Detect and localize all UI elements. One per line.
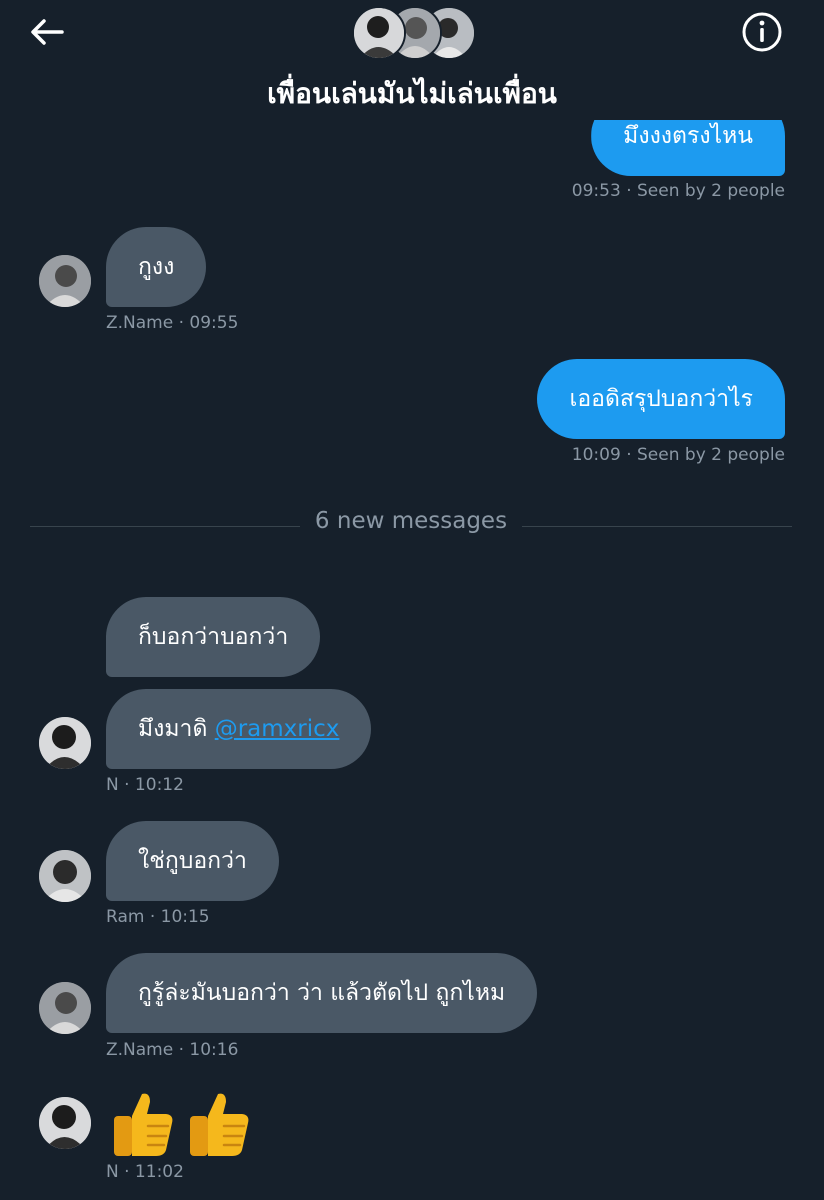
sender-avatar[interactable] <box>39 255 91 307</box>
message-bubble-incoming[interactable]: กูงง <box>106 227 207 307</box>
sender-name: N <box>106 775 119 795</box>
message-time: 10:09 <box>571 445 621 465</box>
message-time: · 10:15 <box>149 907 210 927</box>
message-time: 09:53 <box>571 181 621 201</box>
message-time: · 10:16 <box>178 1040 239 1060</box>
message-text: เออดิสรุปบอกว่าไร <box>569 386 753 412</box>
message-meta: N · 11:02 <box>106 1162 184 1182</box>
new-messages-divider: 6 new messages <box>30 508 792 542</box>
conversation-header: เพื่อนเล่นมันไม่เล่นเพื่อน <box>0 0 824 120</box>
sender-avatar[interactable] <box>39 982 91 1034</box>
divider-label: 6 new messages <box>314 508 508 534</box>
back-button[interactable] <box>22 12 70 52</box>
thumbs-up-icon <box>114 1093 173 1156</box>
message-text: มึงมาดิ <box>138 716 215 742</box>
message-bubble-incoming[interactable]: กูรู้ล่ะมันบอกว่า ว่า แล้วตัดไป ถูกไหม <box>106 953 538 1033</box>
seen-status: · Seen by 2 people <box>626 445 785 465</box>
message-text: กูงง <box>138 254 175 280</box>
sender-avatar[interactable] <box>39 1097 91 1149</box>
avatar <box>352 6 406 60</box>
message-meta: 09:53 · Seen by 2 people <box>572 181 785 201</box>
message-text: ก็บอกว่าบอกว่า <box>138 624 289 650</box>
message-text: ใช่กูบอกว่า <box>138 848 247 874</box>
message-bubble-incoming[interactable]: มึงมาดิ @ramxricx <box>106 689 372 769</box>
message-time: · 11:02 <box>124 1162 184 1182</box>
sender-avatar[interactable] <box>39 850 91 902</box>
message-text: กูรู้ล่ะมันบอกว่า ว่า แล้วตัดไป ถูกไหม <box>138 980 506 1006</box>
message-meta: Z.Name · 09:55 <box>106 313 238 333</box>
message-meta: N · 10:12 <box>106 775 184 795</box>
message-meta: 10:09 · Seen by 2 people <box>572 445 785 465</box>
message-text: มึงงงตรงไหน <box>623 123 753 149</box>
sender-name: Ram <box>106 907 145 927</box>
message-time: · 10:12 <box>124 775 184 795</box>
thumbs-up-icon <box>190 1093 249 1156</box>
message-bubble-incoming[interactable]: ใช่กูบอกว่า <box>106 821 279 901</box>
info-button[interactable] <box>738 8 786 56</box>
seen-status: · Seen by 2 people <box>626 181 785 201</box>
message-time: · 09:55 <box>178 313 239 333</box>
message-bubble-incoming[interactable]: ก็บอกว่าบอกว่า <box>106 597 321 677</box>
conversation-title: เพื่อนเล่นมันไม่เล่นเพื่อน <box>267 77 557 110</box>
message-bubble-outgoing[interactable]: เออดิสรุปบอกว่าไร <box>537 359 785 439</box>
info-icon <box>742 12 782 52</box>
message-meta: Z.Name · 10:16 <box>106 1040 238 1060</box>
sender-name: Z.Name <box>106 1040 174 1060</box>
back-arrow-icon <box>31 19 64 45</box>
sender-name: N <box>106 1162 119 1182</box>
group-avatars[interactable] <box>350 4 480 60</box>
message-meta: Ram · 10:15 <box>106 907 210 927</box>
sender-avatar[interactable] <box>39 717 91 769</box>
sender-name: Z.Name <box>106 313 174 333</box>
user-mention-link[interactable]: @ramxricx <box>215 716 340 742</box>
